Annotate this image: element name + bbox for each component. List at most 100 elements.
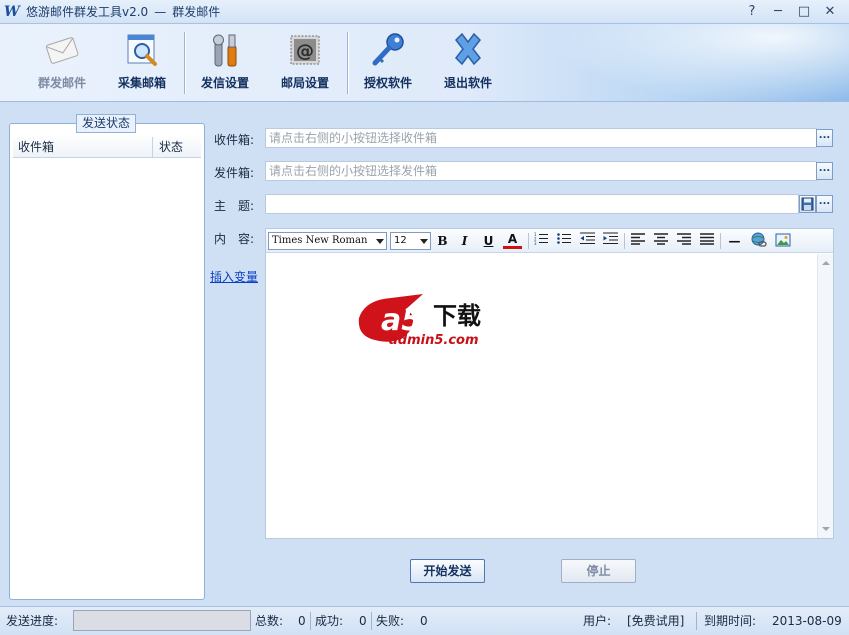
send-status-title: 发送状态 xyxy=(76,114,137,133)
maximize-button[interactable]: □ xyxy=(791,2,817,22)
align-left-button[interactable] xyxy=(628,232,647,250)
bullet-list-icon xyxy=(557,233,571,244)
font-size-value: 12 xyxy=(394,235,407,246)
stamp-at-icon: @ xyxy=(290,35,320,65)
to-field[interactable]: 请点击右侧的小按钮选择收件箱 xyxy=(265,128,817,148)
editor-content-area[interactable] xyxy=(266,254,817,538)
fail-label: 失败: xyxy=(376,614,405,628)
fail-value: 0 xyxy=(420,614,428,628)
insert-link-button[interactable] xyxy=(749,232,768,250)
ordered-list-button[interactable]: 1 2 3 xyxy=(532,232,551,250)
send-progress-bar xyxy=(73,610,251,631)
mail-settings-label: 邮局设置 xyxy=(280,76,329,90)
send-settings-button[interactable]: 发信设置 xyxy=(189,30,261,96)
align-center-button[interactable] xyxy=(651,232,670,250)
window-title: 悠游邮件群发工具v2.0 xyxy=(26,5,149,19)
align-right-icon xyxy=(676,233,691,245)
globe-link-icon xyxy=(751,232,767,247)
svg-text:3: 3 xyxy=(534,241,537,245)
save-subject-button[interactable] xyxy=(799,195,816,213)
editor-separator xyxy=(528,233,529,249)
help-button[interactable]: ? xyxy=(739,2,765,22)
expire-label: 到期时间: xyxy=(704,614,757,628)
insert-image-button[interactable] xyxy=(773,232,792,250)
font-size-select[interactable]: 12 xyxy=(390,232,431,250)
pick-to-button[interactable]: ... xyxy=(816,129,833,147)
collect-email-button[interactable]: 采集邮箱 xyxy=(106,30,178,96)
status-divider xyxy=(696,612,697,630)
start-send-button[interactable]: 开始发送 xyxy=(410,559,485,583)
from-field[interactable]: 请点击右侧的小按钮选择发件箱 xyxy=(265,161,817,181)
title-bar: W 悠游邮件群发工具v2.0 — 群发邮件 ? ─ □ ✕ xyxy=(0,0,849,24)
content-label: 内 容: xyxy=(214,232,255,246)
close-x-icon xyxy=(455,32,481,66)
logo-domain-text: admin5.com xyxy=(389,333,479,348)
exit-button[interactable]: 退出软件 xyxy=(432,30,504,96)
indent-button[interactable] xyxy=(601,232,620,250)
status-list-header: 收件箱 状态 xyxy=(13,137,201,158)
toolbar-separator xyxy=(184,32,185,94)
font-color-button[interactable]: A xyxy=(503,232,522,249)
expire-value: 2013-08-09 xyxy=(772,614,842,628)
total-value: 0 xyxy=(298,614,306,628)
italic-button[interactable]: I xyxy=(455,232,474,250)
key-icon xyxy=(372,33,404,66)
align-right-button[interactable] xyxy=(674,232,693,250)
to-label: 收件箱: xyxy=(214,133,255,147)
scroll-up-icon[interactable] xyxy=(822,261,830,265)
total-label: 总数: xyxy=(255,614,284,628)
justify-button[interactable] xyxy=(697,232,716,250)
toolbar-separator xyxy=(347,32,348,94)
ordered-list-icon: 1 2 3 xyxy=(534,232,548,246)
send-status-panel xyxy=(9,123,205,600)
bold-button[interactable]: B xyxy=(433,232,452,250)
insert-variable-link[interactable]: 插入变量 xyxy=(210,268,258,285)
scroll-down-icon[interactable] xyxy=(822,527,830,531)
column-header-status[interactable]: 状态 xyxy=(153,137,201,157)
admin5-watermark-logo: a5 下载 admin5.com xyxy=(358,294,481,348)
font-family-value: Times New Roman xyxy=(272,235,368,246)
editor-separator xyxy=(624,233,625,249)
progress-label: 发送进度: xyxy=(6,614,59,628)
editor-separator xyxy=(720,233,721,249)
minimize-button[interactable]: ─ xyxy=(765,2,791,22)
outdent-icon xyxy=(580,232,595,244)
outdent-button[interactable] xyxy=(578,232,597,250)
collect-email-label: 采集邮箱 xyxy=(117,76,166,90)
logo-download-text: 下载 xyxy=(433,302,481,330)
stop-button[interactable]: 停止 xyxy=(561,559,636,583)
status-bar: 发送进度: 总数: 0 成功: 0 失败: 0 用户: [免费试用] 到期时间:… xyxy=(0,606,849,635)
mail-settings-button[interactable]: @ 邮局设置 xyxy=(269,30,341,96)
subject-label: 主 题: xyxy=(214,199,255,213)
svg-text:@: @ xyxy=(296,41,314,62)
underline-button[interactable]: U xyxy=(479,232,498,250)
status-divider xyxy=(310,612,311,630)
pick-from-button[interactable]: ... xyxy=(816,162,833,180)
content-editor: Times New Roman 12 B I U A 1 2 3 — xyxy=(265,228,834,539)
editor-scrollbar[interactable] xyxy=(817,254,833,538)
mass-send-label: 群发邮件 xyxy=(37,76,86,90)
chevron-down-icon xyxy=(376,239,384,244)
license-button[interactable]: 授权软件 xyxy=(352,30,424,96)
envelope-icon xyxy=(45,37,79,64)
horizontal-rule-button[interactable]: — xyxy=(725,232,744,250)
title-separator: — xyxy=(154,4,167,19)
chevron-down-icon xyxy=(420,239,428,244)
user-label: 用户: xyxy=(583,614,612,628)
exit-label: 退出软件 xyxy=(443,76,492,90)
bullet-list-button[interactable] xyxy=(555,232,574,250)
justify-icon xyxy=(699,233,714,245)
font-family-select[interactable]: Times New Roman xyxy=(268,232,387,250)
window-controls: ? ─ □ ✕ xyxy=(739,2,843,22)
tools-icon xyxy=(213,34,237,67)
subject-field[interactable] xyxy=(265,194,799,214)
column-header-recipient[interactable]: 收件箱 xyxy=(13,137,153,157)
mass-send-button[interactable]: 群发邮件 xyxy=(26,30,98,96)
success-label: 成功: xyxy=(315,614,344,628)
pick-subject-button[interactable]: ... xyxy=(816,195,833,213)
align-left-icon xyxy=(630,233,645,245)
window-subtitle: 群发邮件 xyxy=(172,5,221,19)
close-button[interactable]: ✕ xyxy=(817,2,843,22)
success-value: 0 xyxy=(359,614,367,628)
image-icon xyxy=(775,233,790,247)
